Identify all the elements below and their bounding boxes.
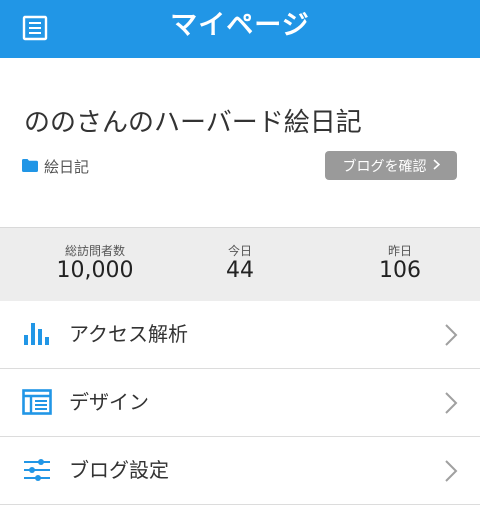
folder-icon <box>22 158 38 176</box>
bar-chart-icon <box>22 319 52 349</box>
stat-yesterday: 昨日 106 <box>325 228 475 301</box>
visitor-stats: 総訪問者数 10,000 今日 44 昨日 106 <box>0 227 480 302</box>
chevron-right-icon <box>444 459 458 483</box>
menu-item-label: デザイン <box>69 390 149 414</box>
category-label: 絵日記 <box>44 158 90 176</box>
view-blog-button[interactable]: ブログを確認 <box>325 151 457 180</box>
layout-icon <box>22 387 52 417</box>
page-title: マイページ <box>170 10 310 41</box>
chevron-right-icon <box>432 158 440 174</box>
stat-value: 44 <box>226 258 254 283</box>
menu-item-access-analysis[interactable]: アクセス解析 <box>0 301 480 369</box>
menu-item-label: ブログ設定 <box>69 458 169 482</box>
stat-value: 10,000 <box>56 258 134 283</box>
sliders-icon <box>22 455 52 485</box>
menu-item-design[interactable]: デザイン <box>0 369 480 437</box>
chevron-right-icon <box>444 391 458 415</box>
stat-label: 総訪問者数 <box>64 244 125 258</box>
stat-total-visitors: 総訪問者数 10,000 <box>20 228 170 301</box>
stat-value: 106 <box>379 258 421 283</box>
blog-title: ののさんのハーバード絵日記 <box>24 108 362 138</box>
menu-item-blog-settings[interactable]: ブログ設定 <box>0 437 480 505</box>
blog-category: 絵日記 <box>22 156 89 177</box>
stat-label: 昨日 <box>387 244 412 258</box>
stat-label: 今日 <box>227 244 252 258</box>
view-blog-button-label: ブログを確認 <box>342 158 427 175</box>
chevron-right-icon <box>444 323 458 347</box>
stat-today: 今日 44 <box>165 228 315 301</box>
menu-item-label: アクセス解析 <box>69 322 188 346</box>
app-header: マイページ <box>0 0 480 58</box>
